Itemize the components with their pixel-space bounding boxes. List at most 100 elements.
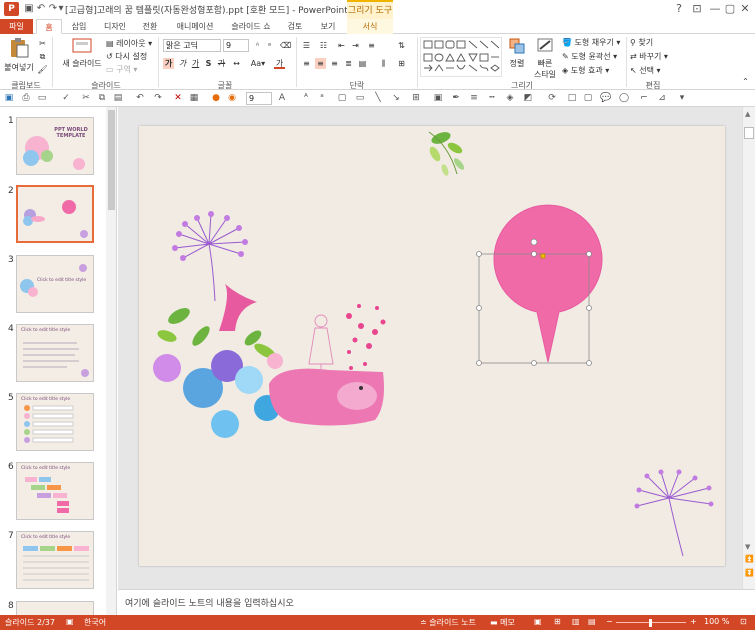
layout-button[interactable]: ▤ 레이아웃 ▾ — [106, 38, 152, 49]
scroll-down-icon[interactable]: ▼ — [745, 543, 750, 551]
cut-icon[interactable]: ✂ — [80, 92, 92, 104]
slide-thumbnail-8[interactable] — [16, 601, 94, 615]
spell-check-icon[interactable]: ✓ — [60, 92, 72, 104]
eyedropper-icon[interactable]: ✒ — [450, 92, 462, 104]
zoom-in-icon[interactable]: + — [690, 617, 697, 626]
tab-animations[interactable]: 애니메이션 — [170, 19, 220, 34]
line-spacing-icon[interactable]: ≡ — [366, 40, 377, 51]
fill-color-icon[interactable]: ◈ — [504, 92, 516, 104]
slide-thumbnail-7[interactable]: Click to edit title style — [16, 531, 94, 589]
delete-icon[interactable]: ✕ — [172, 92, 184, 104]
bold-icon[interactable]: 가 — [163, 58, 174, 69]
change-case-icon[interactable]: Aa▾ — [249, 58, 267, 69]
new-slide-button[interactable]: 새 슬라이드 — [60, 37, 104, 69]
strikethrough-icon[interactable]: 가 — [216, 58, 227, 69]
underline-icon[interactable]: 가 — [190, 58, 201, 69]
notes-pane[interactable]: 여기에 슬라이드 노트의 내용을 입력하십시오 — [118, 589, 755, 615]
section-button[interactable]: ▭ 구역 ▾ — [106, 64, 137, 75]
palette-icon[interactable]: ◉ — [226, 92, 238, 104]
slide-thumbnail-5[interactable]: Click to edit title style — [16, 393, 94, 451]
slide-sorter-icon[interactable]: ⊞ — [554, 617, 561, 626]
redo-icon[interactable]: ↷ — [152, 92, 164, 104]
tab-format[interactable]: 서식 — [347, 19, 393, 34]
spelling-status-icon[interactable]: ▣ — [66, 617, 74, 626]
normal-view-icon[interactable]: ▣ — [534, 617, 542, 626]
decrease-font-icon[interactable]: ᵃ — [264, 40, 275, 51]
shape-fill-button[interactable]: 🪣 도형 채우기 ▾ — [562, 37, 620, 48]
reset-button[interactable]: ↺ 다시 설정 — [106, 51, 147, 62]
distribute-icon[interactable]: ▤ — [357, 58, 368, 69]
thumbnail-scroll-thumb[interactable] — [108, 110, 115, 210]
table-icon[interactable]: ▦ — [188, 92, 200, 104]
zoom-level[interactable]: 100 % — [704, 617, 729, 626]
slide-thumbnail-2[interactable] — [16, 185, 94, 243]
clear-format-icon[interactable]: ⌫ — [280, 40, 291, 51]
previous-slide-icon[interactable]: ⏫ — [745, 555, 754, 563]
rotate-icon[interactable]: ⟳ — [546, 92, 558, 104]
replace-button[interactable]: ⇄ 바꾸기 ▾ — [630, 51, 668, 62]
tab-transitions[interactable]: 전환 — [136, 19, 164, 34]
tab-design[interactable]: 디자인 — [98, 19, 132, 34]
align-text-icon[interactable]: ⊞ — [396, 58, 407, 69]
language-status[interactable]: 한국어 — [84, 617, 106, 628]
paste-icon[interactable]: ▤ — [112, 92, 124, 104]
tab-view[interactable]: 보기 — [314, 19, 342, 34]
format-painter-icon[interactable]: 🖌 — [37, 64, 48, 75]
tab-review[interactable]: 검토 — [280, 19, 310, 34]
zoom-slider-thumb[interactable] — [649, 619, 652, 627]
quick-styles-button[interactable]: 빠른 스타일 — [530, 37, 560, 80]
line-tool-icon[interactable]: ╲ — [372, 92, 384, 104]
fit-to-window-icon[interactable]: ⊡ — [740, 617, 747, 626]
connector-icon[interactable]: ⌐ — [638, 92, 650, 104]
text-direction-icon[interactable]: ⇅ — [396, 40, 407, 51]
notes-placeholder[interactable]: 여기에 슬라이드 노트의 내용을 입력하십시오 — [125, 596, 294, 609]
text-box-icon[interactable]: ▭ — [354, 92, 366, 104]
font-size-box[interactable]: 9 — [223, 39, 249, 52]
reading-view-icon[interactable]: ▥ — [572, 617, 580, 626]
insert-picture-icon[interactable]: ▣ — [432, 92, 444, 104]
tab-file[interactable]: 파일 — [0, 19, 33, 34]
shrink-font-icon[interactable]: ᵃ — [316, 92, 328, 104]
align-center-icon[interactable]: ≡ — [315, 58, 326, 69]
close-button[interactable]: ✕ — [734, 1, 755, 17]
columns-icon[interactable]: ⫼ — [378, 58, 389, 69]
print-icon[interactable]: ⎙ — [20, 92, 32, 104]
shape-shadow-icon[interactable]: ◩ — [522, 92, 534, 104]
cut-icon[interactable]: ✂ — [37, 38, 48, 49]
copy-icon[interactable]: ⧉ — [37, 51, 48, 62]
rounded-rect-icon[interactable]: ▢ — [582, 92, 594, 104]
slide-scroll-thumb[interactable] — [744, 127, 754, 139]
save-icon[interactable]: ▣ — [3, 92, 15, 104]
slide-thumbnail-1[interactable]: PPT WORLD TEMPLATE — [16, 117, 94, 175]
slide-thumbnail-3[interactable]: Click to edit title style — [16, 255, 94, 313]
tab-insert[interactable]: 삽입 — [66, 19, 92, 34]
justify-icon[interactable]: ≣ — [343, 58, 354, 69]
decrease-indent-icon[interactable]: ⇤ — [336, 40, 347, 51]
line-weight-icon[interactable]: ≡ — [468, 92, 480, 104]
slide-vertical-scrollbar[interactable]: ▲ ▼ ⏫ ⏬ — [742, 107, 755, 589]
slide-thumbnail-6[interactable]: Click to edit title style — [16, 462, 94, 520]
paste-button[interactable]: 붙여넣기 — [4, 37, 34, 73]
collapse-ribbon-icon[interactable]: ⌃ — [740, 76, 751, 87]
find-button[interactable]: ⚲ 찾기 — [630, 37, 653, 48]
notes-toggle[interactable]: ≐ 슬라이드 노트 — [420, 617, 476, 628]
rectangle-tool-icon[interactable]: ▢ — [336, 92, 348, 104]
rect-shape-icon[interactable]: □ — [566, 92, 578, 104]
line-style-icon[interactable]: ┅ — [486, 92, 498, 104]
align-left-icon[interactable]: ≡ — [301, 58, 312, 69]
slideshow-view-icon[interactable]: ▤ — [588, 617, 596, 626]
tab-slideshow[interactable]: 슬라이드 쇼 — [226, 19, 276, 34]
increase-indent-icon[interactable]: ⇥ — [350, 40, 361, 51]
callout-icon[interactable]: 💬 — [600, 92, 612, 104]
theme-colors-icon[interactable]: ● — [210, 92, 222, 104]
font-color-mini-icon[interactable]: A — [276, 92, 288, 104]
ellipse-icon[interactable]: ◯ — [618, 92, 630, 104]
select-button[interactable]: ↖ 선택 ▾ — [630, 65, 661, 76]
align-right-icon[interactable]: ≡ — [329, 58, 340, 69]
shape-effects-button[interactable]: ◈ 도형 효과 ▾ — [562, 65, 609, 76]
grow-font-icon[interactable]: ᴬ — [300, 92, 312, 104]
zoom-out-icon[interactable]: − — [606, 617, 613, 626]
grid-icon[interactable]: ⊞ — [410, 92, 422, 104]
preview-icon[interactable]: ▭ — [36, 92, 48, 104]
shadow-icon[interactable]: S — [203, 58, 214, 69]
